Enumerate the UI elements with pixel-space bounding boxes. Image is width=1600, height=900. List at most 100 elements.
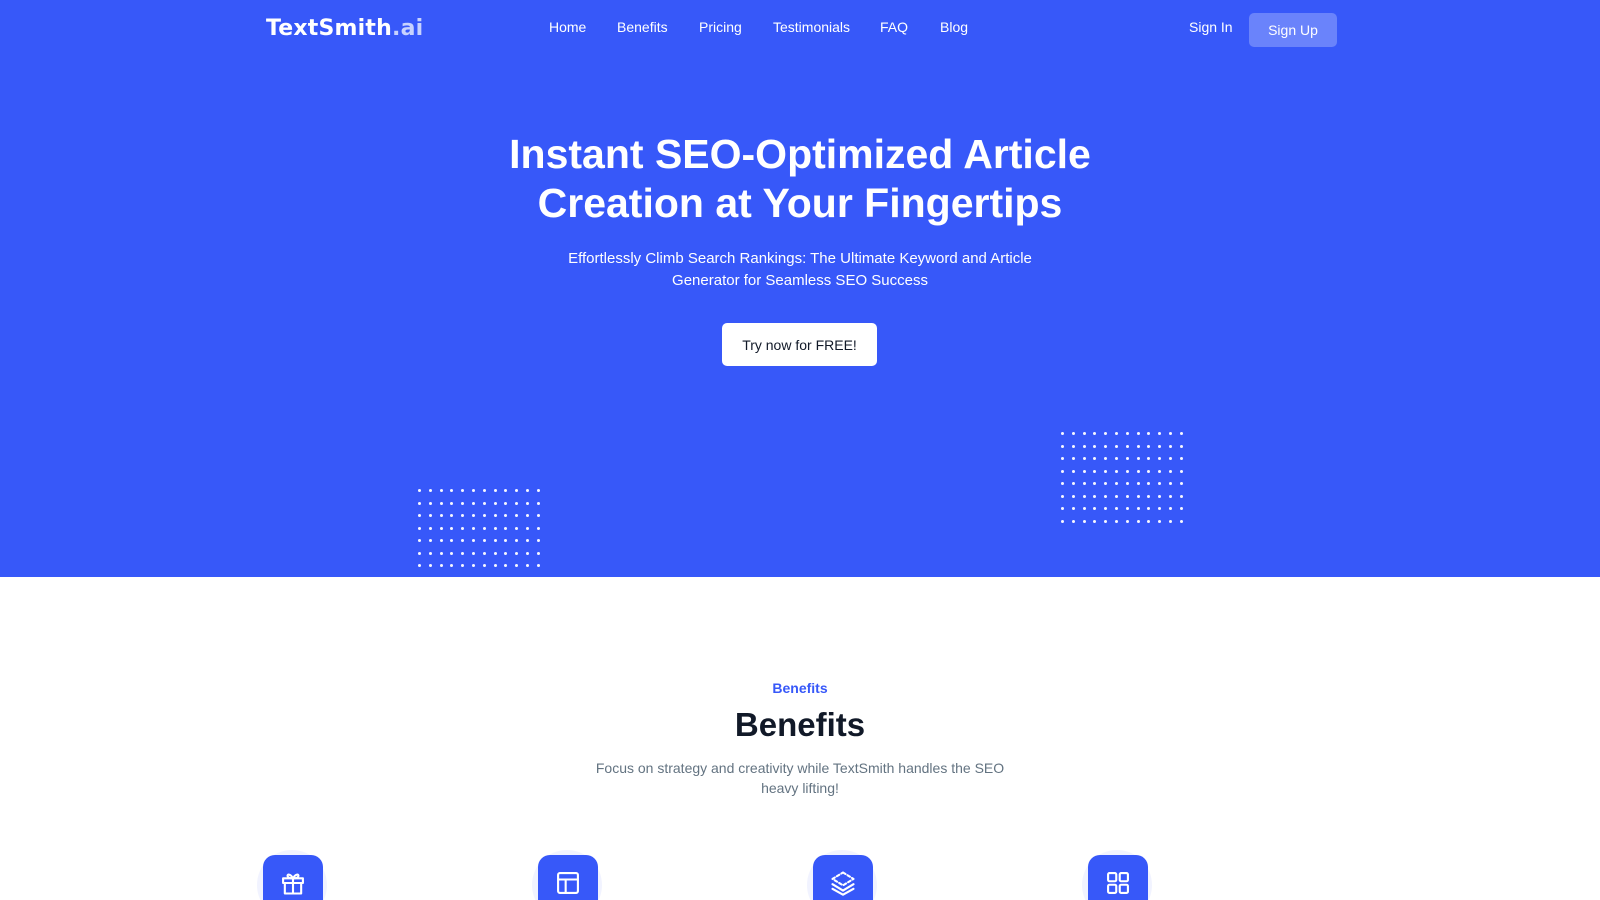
- decorative-dot: [450, 501, 454, 505]
- decorative-dot: [525, 526, 529, 530]
- decorative-dot: [504, 564, 508, 567]
- nav-pricing[interactable]: Pricing: [699, 19, 742, 35]
- decorative-dot: [1061, 432, 1064, 435]
- decorative-dot: [515, 501, 519, 505]
- decorative-dot: [493, 539, 497, 542]
- benefits-subtitle-line-1: Focus on strategy and creativity while T…: [595, 760, 1005, 776]
- decorative-dot: [1179, 432, 1183, 435]
- decorative-dot: [525, 551, 529, 555]
- decorative-dot: [515, 576, 519, 577]
- decorative-dot: [418, 576, 421, 577]
- benefits-subtitle: Focus on strategy and creativity while T…: [0, 758, 1600, 798]
- decorative-dot: [493, 501, 497, 505]
- decorative-dot: [1093, 457, 1097, 460]
- decorative-dot: [1179, 444, 1183, 448]
- decorative-dot: [461, 539, 465, 542]
- decorative-dot: [1136, 507, 1140, 510]
- decorative-dot: [428, 564, 432, 567]
- decorative-dot: [1071, 494, 1075, 498]
- sign-up-button[interactable]: Sign Up: [1249, 13, 1337, 47]
- decorative-dot: [1158, 519, 1162, 523]
- decorative-dot: [1168, 494, 1172, 498]
- decorative-dot: [1147, 494, 1151, 498]
- decorative-dot: [418, 526, 421, 530]
- decorative-dot: [1114, 469, 1118, 473]
- decorative-dot: [1104, 494, 1108, 498]
- decorative-dot: [1147, 519, 1151, 523]
- try-free-button[interactable]: Try now for FREE!: [722, 323, 877, 366]
- decorative-dot: [515, 564, 519, 567]
- hero-section: TextSmith.ai Home Benefits Pricing Testi…: [0, 0, 1600, 577]
- decorative-dot: [482, 576, 486, 577]
- decorative-dot: [1061, 482, 1064, 485]
- layers-icon: [813, 855, 873, 900]
- decorative-dot: [471, 526, 475, 530]
- nav-faq[interactable]: FAQ: [880, 19, 908, 35]
- decorative-dot: [1168, 482, 1172, 485]
- hero-subtitle-line-1: Effortlessly Climb Search Rankings: The …: [568, 250, 1032, 267]
- decorative-dot: [515, 526, 519, 530]
- decorative-dot: [1158, 444, 1162, 448]
- decorative-dot: [1071, 507, 1075, 510]
- decorative-dot: [493, 526, 497, 530]
- decorative-dot: [1093, 494, 1097, 498]
- decorative-dot: [450, 551, 454, 555]
- decorative-dot: [471, 539, 475, 542]
- decorative-dot: [450, 564, 454, 567]
- decorative-dot: [1168, 444, 1172, 448]
- nav-benefits[interactable]: Benefits: [617, 19, 668, 35]
- decorative-dot: [1104, 482, 1108, 485]
- decorative-dot: [1136, 519, 1140, 523]
- decorative-dot: [1136, 469, 1140, 473]
- feature-card-1-icon: [257, 850, 327, 900]
- nav-home[interactable]: Home: [549, 19, 586, 35]
- benefits-title: Benefits: [734, 706, 866, 743]
- sign-in-link[interactable]: Sign In: [1189, 19, 1233, 35]
- decorative-dot: [493, 514, 497, 517]
- decorative-dot: [536, 501, 540, 505]
- decorative-dot: [1136, 482, 1140, 485]
- decorative-dot: [418, 539, 421, 542]
- decorative-dot: [418, 501, 421, 505]
- decorative-dot: [536, 539, 540, 542]
- decorative-dot: [1082, 482, 1086, 485]
- decorative-dot: [1071, 457, 1075, 460]
- nav-testimonials[interactable]: Testimonials: [773, 19, 850, 35]
- decorative-dot: [482, 539, 486, 542]
- decorative-dot: [418, 564, 421, 567]
- hero-title-line-1: Instant SEO-Optimized Article: [509, 131, 1091, 177]
- decorative-dot: [461, 489, 465, 492]
- decorative-dot: [1071, 482, 1075, 485]
- decorative-dot: [525, 564, 529, 567]
- decorative-dot: [525, 489, 529, 492]
- decorative-dot: [439, 576, 443, 577]
- decorative-dot: [1104, 507, 1108, 510]
- decorative-dot: [1071, 432, 1075, 435]
- decorative-dot: [1104, 457, 1108, 460]
- decorative-dot: [493, 564, 497, 567]
- decorative-dot: [439, 514, 443, 517]
- decorative-dot: [1125, 494, 1129, 498]
- decorative-dot: [450, 489, 454, 492]
- nav-blog[interactable]: Blog: [940, 19, 968, 35]
- decorative-dot: [1168, 519, 1172, 523]
- decorative-dot: [428, 489, 432, 492]
- decorative-dot: [1114, 482, 1118, 485]
- decorative-dots-left: [418, 489, 540, 577]
- decorative-dot: [504, 501, 508, 505]
- decorative-dot: [504, 489, 508, 492]
- hero-title: Instant SEO-Optimized Article Creation a…: [0, 130, 1600, 228]
- decorative-dot: [504, 551, 508, 555]
- decorative-dot: [439, 551, 443, 555]
- decorative-dot: [1114, 494, 1118, 498]
- decorative-dot: [1104, 469, 1108, 473]
- decorative-dot: [450, 539, 454, 542]
- decorative-dot: [1061, 469, 1064, 473]
- decorative-dot: [1158, 482, 1162, 485]
- decorative-dot: [536, 489, 540, 492]
- decorative-dot: [493, 576, 497, 577]
- decorative-dot: [1082, 432, 1086, 435]
- decorative-dot: [1093, 469, 1097, 473]
- decorative-dot: [1125, 469, 1129, 473]
- decorative-dot: [1114, 507, 1118, 510]
